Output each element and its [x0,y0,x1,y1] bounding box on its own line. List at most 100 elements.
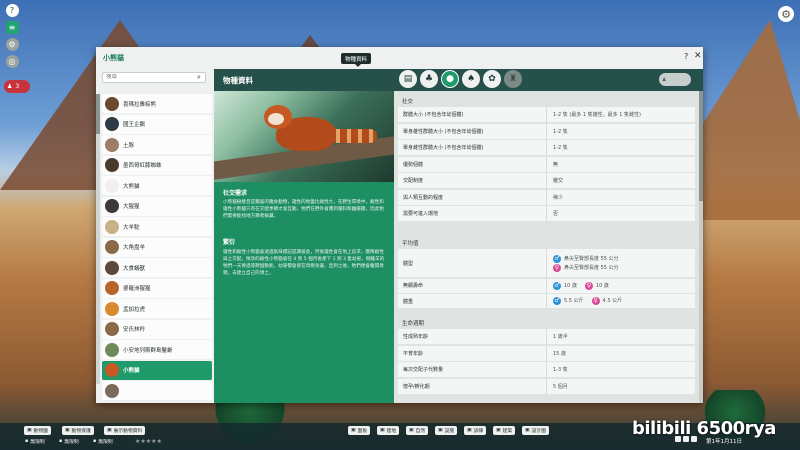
guests-status[interactable]: ▪ 無限制 [90,437,116,446]
food-icon[interactable]: ♠ [462,70,480,88]
build-tool-label: 建地 [386,429,397,434]
document-icon[interactable]: ▤ [399,70,417,88]
species-avatar [105,219,119,234]
zoo-menu-icon[interactable]: ≡ [5,21,19,34]
species-list-item[interactable]: 墨西哥紅膝蜘蛛 [102,155,212,175]
species-list-item[interactable]: 大猩猩 [102,196,212,216]
exhibit-info-button[interactable]: ▣ 展示動物資料 [104,426,146,435]
species-list-item[interactable]: 安氏林羚 [102,319,212,339]
build-tool-button[interactable]: ▣ 建地 [377,426,400,435]
guest-alert-badge[interactable]: ♟ 3 [4,80,30,93]
conservation-button-label: 動物保護 [71,429,91,434]
enrichment-icon[interactable]: ● [441,70,459,88]
detail-header: 物種資料 ▤ ♣ ● ♠ ✿ ♜ ♟ [214,69,703,91]
body-male-value: 鼻尖至臀部長度 55 公分 [564,255,619,262]
species-avatar [105,301,119,316]
species-list-item[interactable]: 孟加拉虎 [102,299,212,318]
detail-title: 物種資料 [223,76,253,85]
stat-label: 不育年齡 [403,350,424,357]
list-scrollbar[interactable] [96,94,100,384]
stat-row-weight: 體重 ♂ 5.5 公斤 ♀ 4.5 公斤 [398,294,695,308]
build-tool-button[interactable]: ▣ 設計圖 [522,426,549,435]
research-status[interactable]: ▪ 無限制 [56,437,82,446]
search-icon[interactable]: ⌕ [197,73,201,82]
alert-count: 3 [15,83,20,90]
weight-male-value: 5.5 公斤 [564,298,584,304]
build-tool-button[interactable]: ▣ 面板 [348,426,371,435]
search-input[interactable] [106,74,194,80]
species-list-item[interactable]: 大食蟻獸 [102,258,212,277]
averages-header: 平均值 [402,241,419,247]
award-icon[interactable]: ♜ [504,70,522,88]
species-list-item[interactable]: 小熊貓 [102,360,212,380]
social-needs-title: 社交需求 [223,190,248,197]
species-list-item[interactable]: 大羊駝 [102,217,212,236]
stat-value: ♂ 10 歲 ♀ 10 歲 [546,278,695,293]
habitat-icon[interactable]: ♣ [420,70,438,88]
stat-row: 每次交配子代數量 1-3 隻 [398,362,695,377]
stat-value: 5 個月 [546,378,695,394]
stat-label: 懷孕/孵化期 [403,383,430,390]
species-list-item[interactable]: 婆羅洲猩猩 [102,278,212,298]
stat-row: 交配制度 雜交 [398,173,695,188]
stat-label: 與人類互動的程度 [403,194,444,201]
build-tool-button[interactable]: ▣ 自然 [406,426,429,435]
species-name: 土豚 [123,142,135,149]
paw-icon[interactable]: ✿ [483,70,501,88]
species-list-item[interactable]: 土豚 [102,135,212,154]
stats-scrollbar-thumb[interactable] [699,91,703,201]
species-avatar [105,383,119,398]
stat-value: 無 [546,156,695,172]
zoo-button[interactable]: ▣ 動物園 [24,426,51,435]
left-hud: ? ≡ ⚙ ◎ [4,4,20,68]
build-tool-button[interactable]: ▣ 建築 [493,426,516,435]
bilibili-watermark: bilibili 6500rya [632,418,776,439]
build-tool-button[interactable]: ▣ 訓練 [464,426,487,435]
species-avatar [105,178,119,193]
build-tool-icon: ▣ [351,428,356,433]
search-box[interactable]: ⌕ [102,72,206,83]
species-avatar [105,281,119,295]
species-list-item[interactable]: 小安地列斯群島鬣蜥 [102,340,212,359]
close-icon[interactable]: ✕ [694,51,702,61]
photo-panda-face [268,113,284,125]
stat-label: 優勢個體 [403,161,424,168]
species-avatar [105,342,119,357]
guests-status-label: 無限制 [98,440,113,445]
species-name: 國王企鵝 [123,122,146,128]
species-list-item[interactable]: 大角盘羊 [102,237,212,257]
species-name: 大熊貓 [123,183,140,190]
gear-icon[interactable]: ⚙ [778,6,794,22]
research-status-label: 無限制 [64,440,79,445]
stat-row: 群體大小 (不包含年幼個體) 1-2 隻 (最多 1 隻雄性，最多 1 隻雌性) [398,107,695,122]
stat-label: 體重 [403,298,414,305]
list-scrollbar-thumb[interactable] [96,94,100,134]
zookeeper-chip[interactable]: ♟ [659,73,691,86]
stat-value: 1-2 隻 [546,123,695,139]
species-list-item[interactable]: 國王企鵝 [102,114,212,134]
species-avatar [105,260,119,275]
build-tool-button[interactable]: ▣ 設施 [435,426,458,435]
male-icon: ♂ [553,281,561,290]
zoo-icon: ▣ [27,428,32,433]
question-icon[interactable]: ? [5,4,19,17]
species-avatar [105,96,119,111]
conservation-icon: ▣ [65,428,70,433]
species-list-item[interactable]: 大熊貓 [102,176,212,195]
build-tool-label: 設施 [444,429,455,434]
zoo-button-label: 動物園 [33,429,48,434]
stat-row: 懷孕/孵化期 5 個月 [398,378,695,394]
stat-label: 需要可進入環地 [403,211,439,217]
map-icon[interactable]: ◎ [5,55,19,68]
help-icon[interactable]: ? [684,52,688,61]
species-list-item[interactable] [102,381,212,400]
stat-row: 單身雄性群體大小 (不包含年幼個體) 1-2 隻 [398,123,695,139]
money-status[interactable]: ▪ 無限制 [22,437,48,446]
male-icon: ♂ [553,297,561,305]
species-name: 喜瑪拉雅棕熊 [123,101,157,108]
lifecycle-rows: 性成熟年齡 1 歲半 不育年齡 15 歲每次交配子代數量 1-3 隻懷孕/孵化期 5 個月 [398,329,695,394]
conservation-button[interactable]: ▣ 動物保護 [62,426,94,435]
settings-icon[interactable]: ⚙ [5,38,19,51]
stat-label: 每次交配子代數量 [403,367,444,373]
species-list-item[interactable]: 喜瑪拉雅棕熊 [102,94,212,113]
